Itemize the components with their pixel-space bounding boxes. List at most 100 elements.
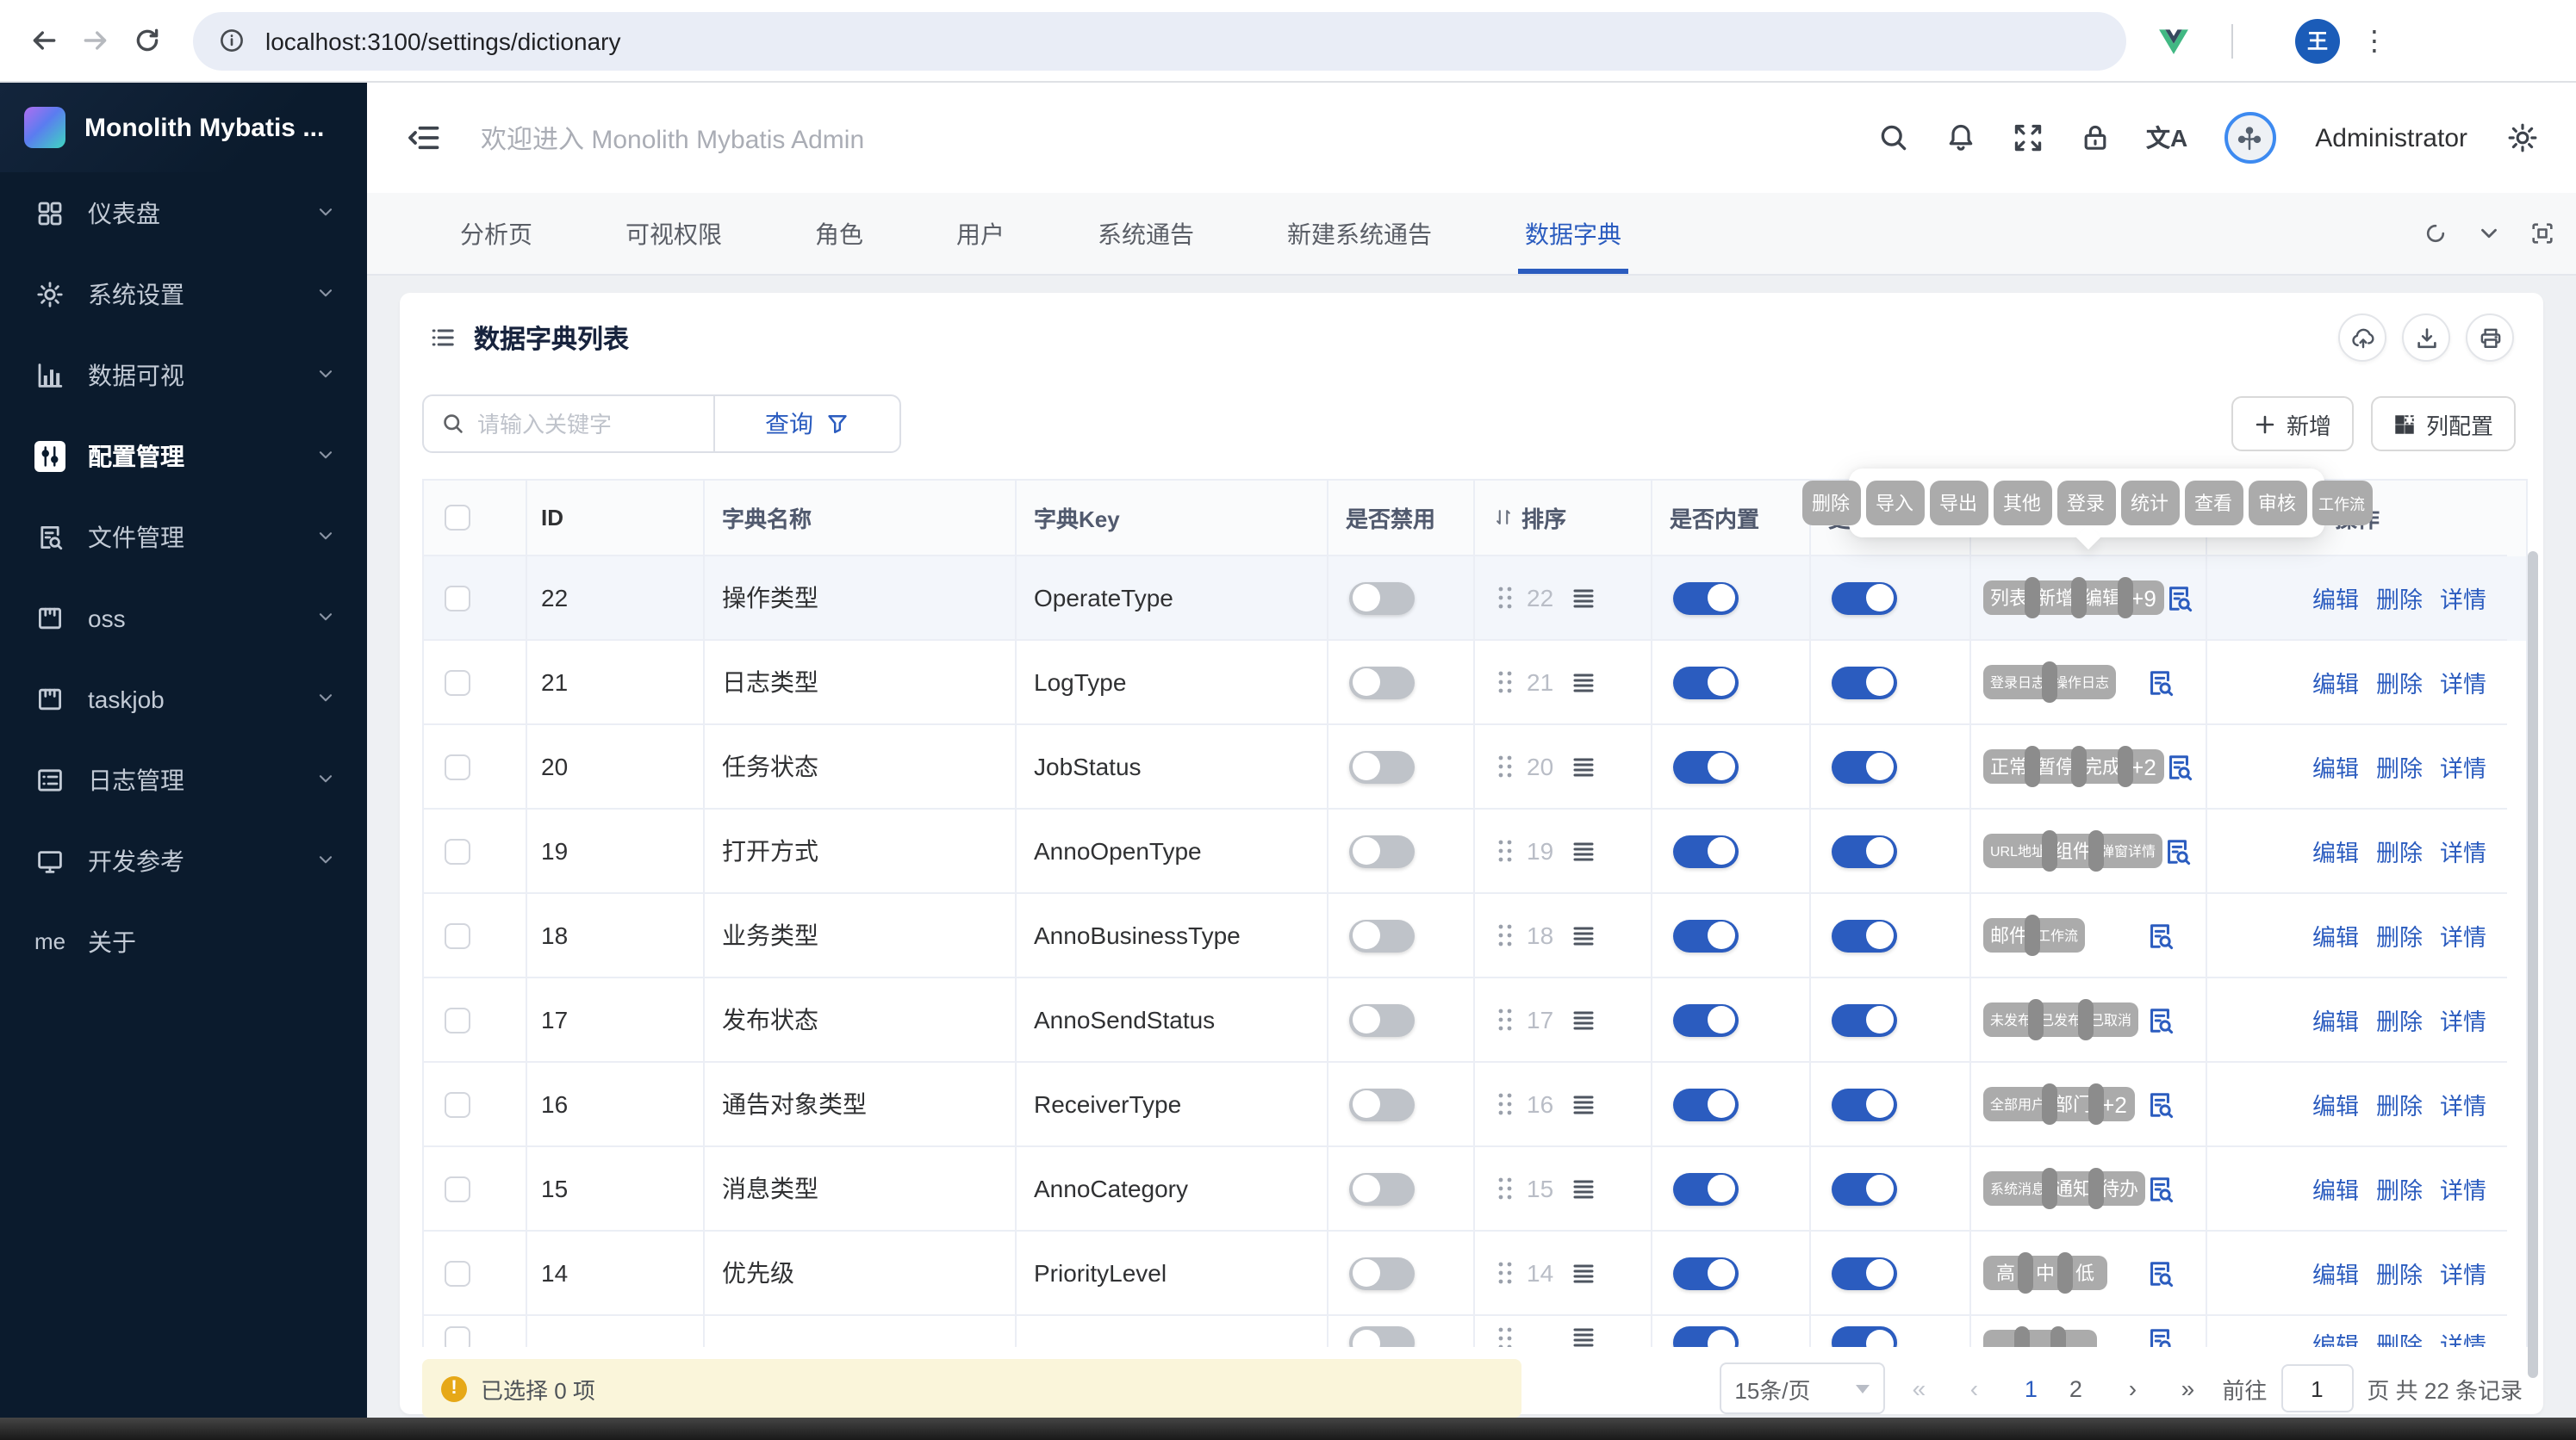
- row-checkbox[interactable]: [445, 1176, 470, 1201]
- edit-link[interactable]: 编辑: [2312, 1171, 2359, 1206]
- builtin-toggle[interactable]: [1673, 1172, 1739, 1205]
- sort-menu-icon[interactable]: [1571, 1326, 1596, 1347]
- view-dict-items-icon[interactable]: [2145, 921, 2175, 950]
- builtin-toggle[interactable]: [1673, 919, 1739, 952]
- delete-link[interactable]: 删除: [2376, 665, 2423, 699]
- prev-page-icon[interactable]: ‹: [1953, 1364, 1994, 1412]
- sidebar-item-about[interactable]: me 关于: [0, 901, 367, 982]
- drag-handle-icon[interactable]: [1497, 1008, 1513, 1032]
- sidebar-item-dashboard[interactable]: 仪表盘: [0, 172, 367, 253]
- maximize-content-icon[interactable]: [2529, 220, 2555, 246]
- row-checkbox[interactable]: [445, 1007, 470, 1033]
- next-page-icon[interactable]: ›: [2112, 1364, 2153, 1412]
- view-dict-items-icon[interactable]: [2145, 1174, 2175, 1203]
- sort-menu-icon[interactable]: [1571, 755, 1596, 778]
- sidebar-item-dev-reference[interactable]: 开发参考: [0, 820, 367, 901]
- drag-handle-icon[interactable]: [1497, 1092, 1513, 1116]
- row-checkbox[interactable]: [445, 1091, 470, 1117]
- first-page-icon[interactable]: «: [1898, 1364, 1939, 1412]
- sort-menu-icon[interactable]: [1571, 1177, 1596, 1200]
- view-dict-items-icon[interactable]: [2145, 1005, 2175, 1034]
- builtin-toggle[interactable]: [1673, 1003, 1739, 1036]
- detail-link[interactable]: 详情: [2440, 1256, 2486, 1290]
- query-button[interactable]: 查询: [713, 396, 899, 451]
- view-dict-items-icon[interactable]: [2145, 1089, 2175, 1119]
- delete-link[interactable]: 删除: [2376, 580, 2423, 615]
- disabled-toggle[interactable]: [1349, 1088, 1415, 1120]
- view-dict-items-icon[interactable]: [2164, 752, 2193, 781]
- update-toggle[interactable]: [1832, 835, 1897, 867]
- drag-handle-icon[interactable]: [1497, 670, 1513, 694]
- disabled-toggle[interactable]: [1349, 581, 1415, 614]
- back-button[interactable]: [17, 15, 69, 66]
- add-button[interactable]: 新增: [2231, 396, 2354, 451]
- tab-users[interactable]: 用户: [932, 193, 1029, 274]
- search-input[interactable]: [477, 411, 667, 437]
- collapse-menu-icon[interactable]: [405, 119, 443, 157]
- detail-link[interactable]: 详情: [2440, 749, 2486, 784]
- sidebar-item-config-management[interactable]: 配置管理: [0, 415, 367, 496]
- drag-handle-icon[interactable]: [1497, 1326, 1513, 1347]
- settings-gear-icon[interactable]: [2507, 122, 2538, 153]
- disabled-toggle[interactable]: [1349, 750, 1415, 783]
- update-toggle[interactable]: [1832, 666, 1897, 698]
- builtin-toggle[interactable]: [1673, 581, 1739, 614]
- page-number-1[interactable]: 1: [2008, 1364, 2053, 1412]
- edit-link[interactable]: 编辑: [2312, 1326, 2359, 1347]
- update-toggle[interactable]: [1832, 750, 1897, 783]
- update-toggle[interactable]: [1832, 1003, 1897, 1036]
- edit-link[interactable]: 编辑: [2312, 1256, 2359, 1290]
- drag-handle-icon[interactable]: [1497, 923, 1513, 947]
- print-icon[interactable]: [2466, 313, 2514, 362]
- reload-button[interactable]: [121, 15, 172, 66]
- detail-link[interactable]: 详情: [2440, 834, 2486, 868]
- download-icon[interactable]: [2402, 313, 2450, 362]
- forward-button[interactable]: [69, 15, 121, 66]
- tab-dictionary[interactable]: 数据字典: [1501, 193, 1646, 274]
- column-config-button[interactable]: 列配置: [2370, 396, 2516, 451]
- update-toggle[interactable]: [1832, 581, 1897, 614]
- delete-link[interactable]: 删除: [2376, 918, 2423, 953]
- sort-menu-icon[interactable]: [1571, 587, 1596, 609]
- detail-link[interactable]: 详情: [2440, 1326, 2486, 1347]
- view-dict-items-icon[interactable]: [2145, 667, 2175, 697]
- update-toggle[interactable]: [1832, 1088, 1897, 1120]
- language-switch-icon[interactable]: 文A: [2146, 121, 2187, 155]
- update-toggle[interactable]: [1832, 919, 1897, 952]
- sidebar-item-system-settings[interactable]: 系统设置: [0, 253, 367, 334]
- sort-menu-icon[interactable]: [1571, 1093, 1596, 1115]
- page-size-select[interactable]: 15条/页: [1719, 1362, 1885, 1414]
- sidebar-item-data-visual[interactable]: 数据可视: [0, 334, 367, 415]
- fullscreen-icon[interactable]: [2012, 122, 2043, 153]
- sidebar-item-taskjob[interactable]: taskjob: [0, 658, 367, 739]
- view-dict-items-icon[interactable]: [2162, 836, 2192, 866]
- builtin-toggle[interactable]: [1673, 750, 1739, 783]
- tab-new-notice[interactable]: 新建系统通告: [1263, 193, 1456, 274]
- page-number-2[interactable]: 2: [2053, 1364, 2098, 1412]
- vue-devtools-icon[interactable]: [2157, 26, 2190, 55]
- detail-link[interactable]: 详情: [2440, 580, 2486, 615]
- detail-link[interactable]: 详情: [2440, 665, 2486, 699]
- disabled-toggle[interactable]: [1349, 835, 1415, 867]
- edit-link[interactable]: 编辑: [2312, 1002, 2359, 1037]
- row-checkbox[interactable]: [445, 838, 470, 864]
- update-toggle[interactable]: [1832, 1326, 1897, 1347]
- builtin-toggle[interactable]: [1673, 835, 1739, 867]
- disabled-toggle[interactable]: [1349, 1257, 1415, 1289]
- drag-handle-icon[interactable]: [1497, 839, 1513, 863]
- row-checkbox[interactable]: [445, 1326, 470, 1347]
- detail-link[interactable]: 详情: [2440, 1002, 2486, 1037]
- builtin-toggle[interactable]: [1673, 1257, 1739, 1289]
- sidebar-item-log-management[interactable]: 日志管理: [0, 739, 367, 820]
- browser-menu-icon[interactable]: ⋮: [2361, 23, 2388, 58]
- search-icon[interactable]: [1877, 122, 1908, 153]
- disabled-toggle[interactable]: [1349, 666, 1415, 698]
- disabled-toggle[interactable]: [1349, 1003, 1415, 1036]
- builtin-toggle[interactable]: [1673, 1326, 1739, 1347]
- delete-link[interactable]: 删除: [2376, 1087, 2423, 1121]
- edit-link[interactable]: 编辑: [2312, 1087, 2359, 1121]
- row-checkbox[interactable]: [445, 922, 470, 948]
- tab-analysis[interactable]: 分析页: [436, 193, 557, 274]
- detail-link[interactable]: 详情: [2440, 1171, 2486, 1206]
- url-bar[interactable]: localhost:3100/settings/dictionary: [193, 11, 2126, 70]
